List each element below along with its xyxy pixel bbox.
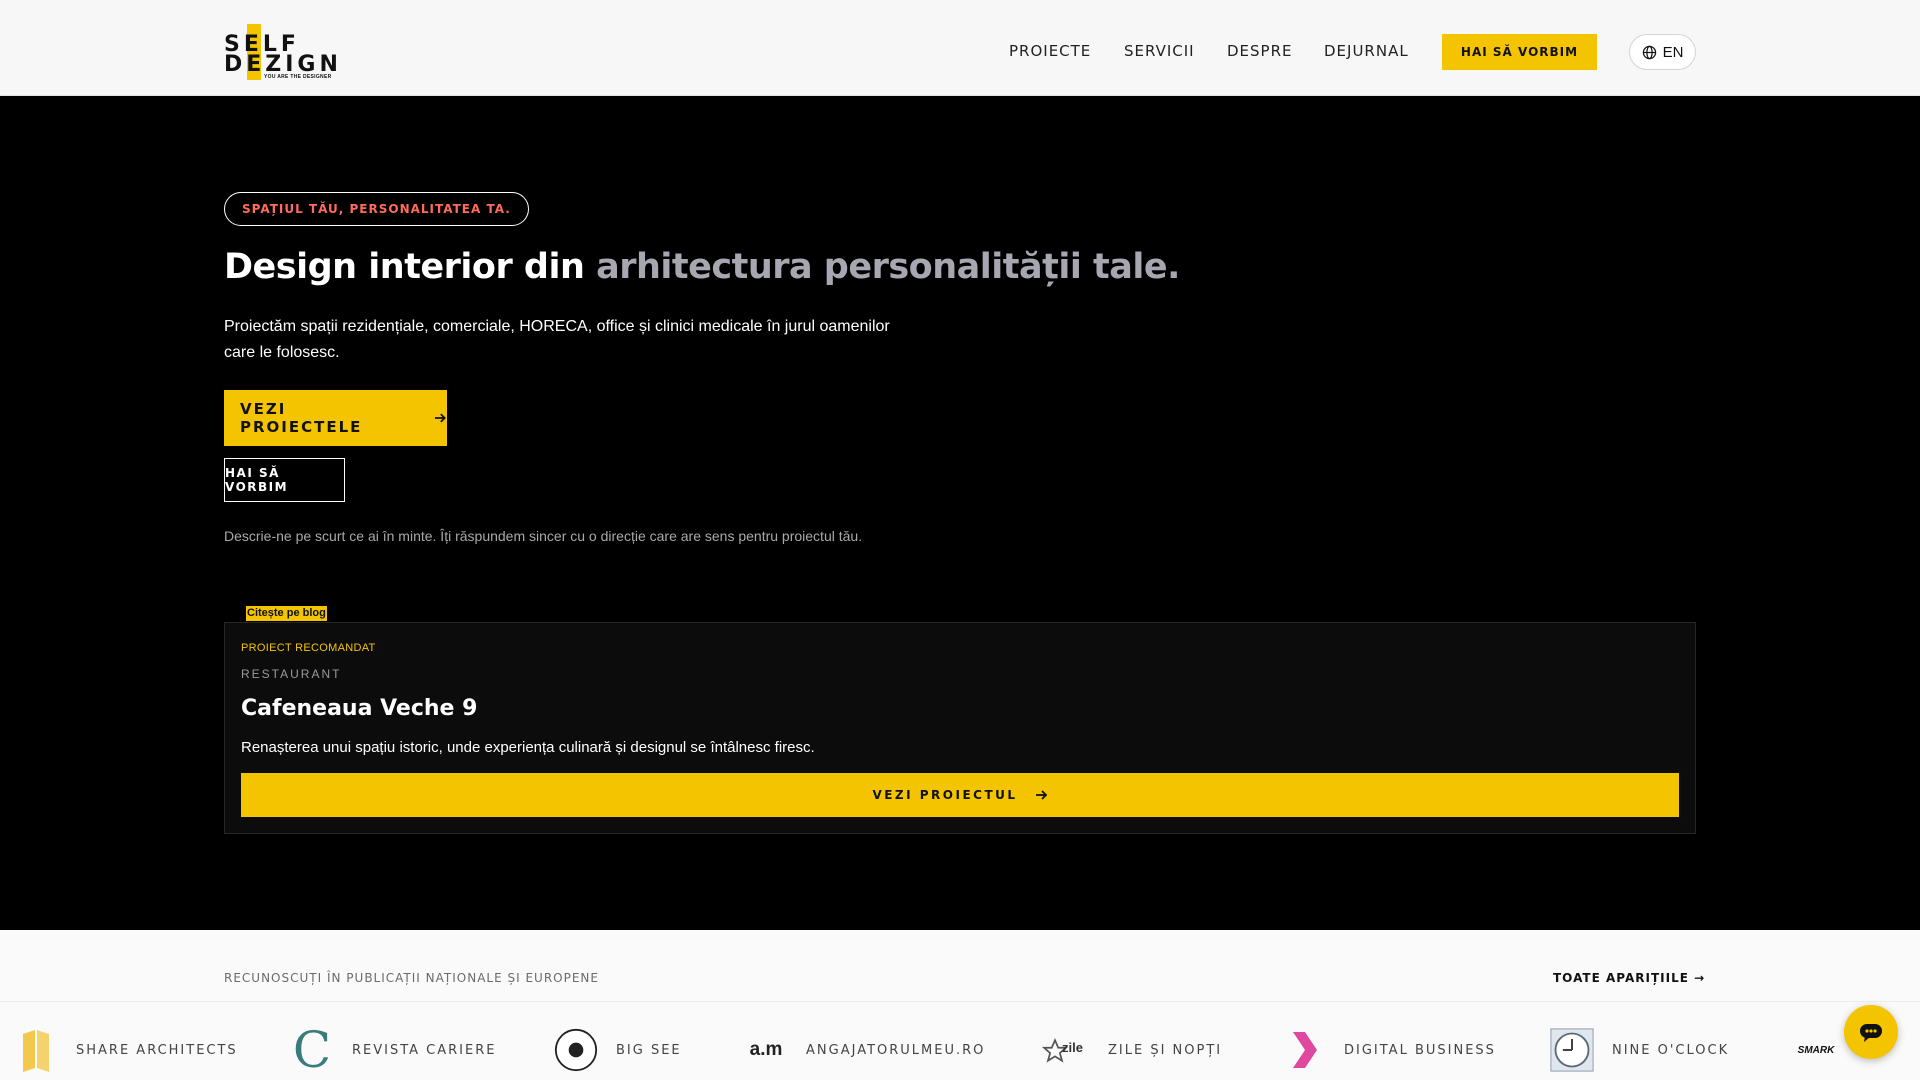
all-appearances-link[interactable]: TOATE APARIȚIILE → — [1553, 971, 1705, 985]
hero-tagline-pill: SPAȚIUL TĂU, PERSONALITATEA TA. — [224, 192, 529, 226]
contact-button[interactable]: HAI SĂ VORBIM — [224, 458, 345, 502]
view-projects-button[interactable]: VEZI PROIECTELE — [224, 390, 447, 446]
smark-logo: SMARK — [1797, 1044, 1835, 1056]
press-item-revista-cariere[interactable]: C REVISTA CARIERE — [290, 1024, 496, 1076]
press-item-nine-oclock[interactable]: NINE O'CLOCK — [1550, 1024, 1729, 1076]
chat-widget-button[interactable] — [1844, 1005, 1898, 1059]
view-project-label: VEZI PROIECTUL — [872, 788, 1018, 802]
arrow-right-icon — [1035, 790, 1047, 800]
hero-title-highlight: arhitectura personalității tale. — [596, 247, 1180, 287]
hero-subtitle: Proiectăm spații rezidențiale, comercial… — [224, 318, 890, 361]
language-switcher[interactable]: EN — [1629, 34, 1696, 70]
press-item-share-architects[interactable]: SHARE ARCHITECTS — [14, 1024, 238, 1076]
press-item-big-see[interactable]: BIG SEE — [554, 1024, 682, 1076]
arrow-right-icon — [435, 413, 447, 423]
press-divider — [0, 1001, 1920, 1002]
view-projects-label: VEZI PROIECTELE — [240, 400, 363, 436]
big-see-logo — [554, 1028, 598, 1072]
nine-oclock-logo — [1550, 1028, 1594, 1072]
press-name: ZILE ȘI NOPȚI — [1108, 1042, 1223, 1058]
am-logo: a.m — [749, 1039, 783, 1060]
hero-note: Descrie-ne pe scurt ce ai în minte. Îți … — [224, 528, 863, 544]
press-item-zile-nopti[interactable]: zile ZILE ȘI NOPȚI — [1042, 1024, 1222, 1076]
featured-category: RESTAURANT — [241, 667, 342, 681]
hero-title: Design interior din arhitectura personal… — [224, 247, 1180, 287]
press-section: RECUNOSCUȚI ÎN PUBLICAȚII NAȚIONALE ȘI E… — [0, 930, 1920, 1080]
featured-project-card: PROIECT RECOMANDAT RESTAURANT Cafeneaua … — [224, 622, 1696, 834]
cariere-logo: C — [292, 1021, 332, 1079]
press-title: RECUNOSCUȚI ÎN PUBLICAȚII NAȚIONALE ȘI E… — [224, 971, 599, 985]
featured-label: PROIECT RECOMANDAT — [241, 642, 376, 654]
press-item-angajatorulmeu[interactable]: a.m ANGAJATORULMEU.RO — [744, 1024, 985, 1076]
nav-item-despre[interactable]: DESPRE — [1227, 42, 1293, 60]
press-item-digital-business[interactable]: DIGITAL BUSINESS — [1282, 1024, 1496, 1076]
language-label: EN — [1662, 43, 1684, 61]
globe-icon — [1642, 45, 1656, 59]
zile-nopti-logo: zile — [1042, 1028, 1090, 1072]
featured-description: Renașterea unui spațiu istoric, unde exp… — [241, 739, 815, 756]
nav-item-proiecte[interactable]: PROIECTE — [1009, 42, 1091, 60]
press-name: BIG SEE — [616, 1042, 682, 1058]
press-name: NINE O'CLOCK — [1612, 1042, 1730, 1058]
chat-icon — [1860, 1024, 1882, 1042]
nav-item-servicii[interactable]: SERVICII — [1124, 42, 1195, 60]
blog-link[interactable]: Citește pe blog — [246, 606, 327, 621]
site-header: SELF DEZIGN YOU ARE THE DESIGNER PROIECT… — [0, 0, 1920, 96]
view-project-button[interactable]: VEZI PROIECTUL — [241, 773, 1679, 817]
nav-item-dejurnal[interactable]: DEJURNAL — [1324, 42, 1409, 60]
share-architects-logo — [14, 1028, 58, 1072]
hero-title-main: Design interior din — [224, 247, 585, 287]
logo-word-2: DEZIGN — [224, 52, 342, 77]
digital-business-logo — [1282, 1028, 1326, 1072]
press-name: DIGITAL BUSINESS — [1344, 1042, 1496, 1058]
press-name: SHARE ARCHITECTS — [76, 1042, 238, 1058]
featured-title: Cafeneaua Veche 9 — [241, 696, 478, 721]
press-name: ANGAJATORULMEU.RO — [806, 1042, 986, 1058]
press-name: REVISTA CARIERE — [352, 1042, 497, 1058]
logo-tagline: YOU ARE THE DESIGNER — [264, 74, 332, 80]
site-logo[interactable]: SELF DEZIGN YOU ARE THE DESIGNER — [224, 22, 338, 82]
header-contact-button[interactable]: HAI SĂ VORBIM — [1442, 34, 1597, 70]
